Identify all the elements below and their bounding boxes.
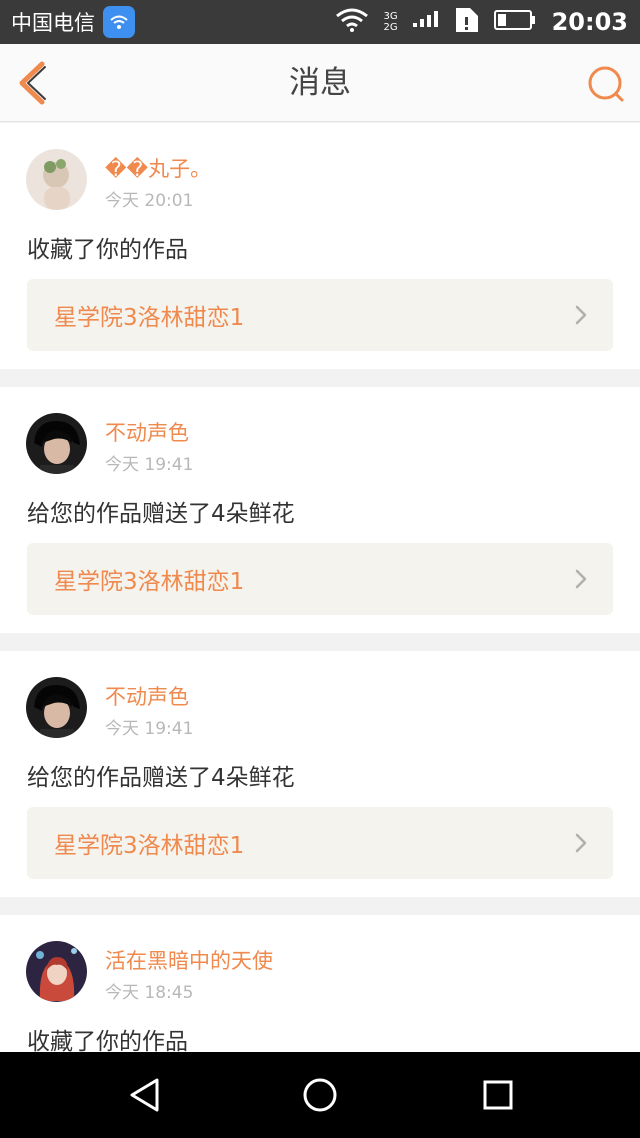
status-bar: 中国电信 3G 2G 20:03 (0, 0, 640, 44)
work-link[interactable]: 星学院3洛林甜恋1 (27, 543, 613, 615)
user-name[interactable]: ��丸子。 (105, 153, 211, 183)
message-time: 今天 19:41 (105, 719, 194, 739)
user-name[interactable]: 不动声色 (105, 681, 189, 711)
search-icon (586, 66, 626, 108)
chevron-right-icon (575, 305, 587, 329)
nav-recents-button[interactable] (476, 1075, 520, 1119)
clock: 20:03 (551, 8, 628, 36)
square-recents-icon (482, 1079, 514, 1115)
avatar[interactable] (26, 941, 87, 1002)
network-type-label: 3G 2G (383, 11, 397, 33)
work-title: 星学院3洛林甜恋1 (54, 569, 245, 595)
chevron-right-icon (575, 569, 587, 593)
chevron-right-icon (575, 833, 587, 857)
message-card: ��丸子。 今天 20:01 收藏了你的作品 星学院3洛林甜恋1 (0, 123, 640, 369)
work-link[interactable]: 星学院3洛林甜恋1 (27, 279, 613, 351)
cell-signal-icon (412, 9, 440, 35)
work-title: 星学院3洛林甜恋1 (54, 305, 245, 331)
message-action: 给您的作品赠送了4朵鲜花 (27, 765, 295, 791)
app-header: 消息 (0, 44, 640, 122)
circle-home-icon (302, 1077, 338, 1117)
nav-back-button[interactable] (123, 1075, 167, 1119)
message-card: 活在黑暗中的天使 今天 18:45 收藏了你的作品 (0, 915, 640, 1052)
message-action: 收藏了你的作品 (27, 1029, 188, 1052)
user-name[interactable]: 活在黑暗中的天使 (105, 945, 273, 975)
avatar[interactable] (26, 677, 87, 738)
page-title: 消息 (289, 65, 351, 101)
wifi-signal-icon (335, 8, 369, 36)
battery-icon (493, 9, 536, 35)
nav-home-button[interactable] (298, 1075, 342, 1119)
message-list[interactable]: ��丸子。 今天 20:01 收藏了你的作品 星学院3洛林甜恋1 不动声色 今天… (0, 123, 640, 1052)
work-link[interactable]: 星学院3洛林甜恋1 (27, 807, 613, 879)
carrier-label: 中国电信 (11, 11, 95, 35)
message-time: 今天 20:01 (105, 191, 194, 211)
system-nav-bar (0, 1052, 640, 1138)
network-type-top: 3G (383, 11, 398, 22)
avatar[interactable] (26, 149, 87, 210)
message-time: 今天 18:45 (105, 983, 194, 1003)
message-action: 收藏了你的作品 (27, 237, 188, 263)
wifi-app-icon (103, 6, 135, 38)
triangle-back-icon (128, 1077, 162, 1117)
sim-alert-icon (454, 6, 480, 38)
avatar[interactable] (26, 413, 87, 474)
message-card: 不动声色 今天 19:41 给您的作品赠送了4朵鲜花 星学院3洛林甜恋1 (0, 651, 640, 897)
work-title: 星学院3洛林甜恋1 (54, 833, 245, 859)
message-card: 不动声色 今天 19:41 给您的作品赠送了4朵鲜花 星学院3洛林甜恋1 (0, 387, 640, 633)
user-name[interactable]: 不动声色 (105, 417, 189, 447)
network-type-bottom: 2G (383, 22, 398, 33)
search-button[interactable] (586, 64, 626, 104)
message-action: 给您的作品赠送了4朵鲜花 (27, 501, 295, 527)
message-time: 今天 19:41 (105, 455, 194, 475)
